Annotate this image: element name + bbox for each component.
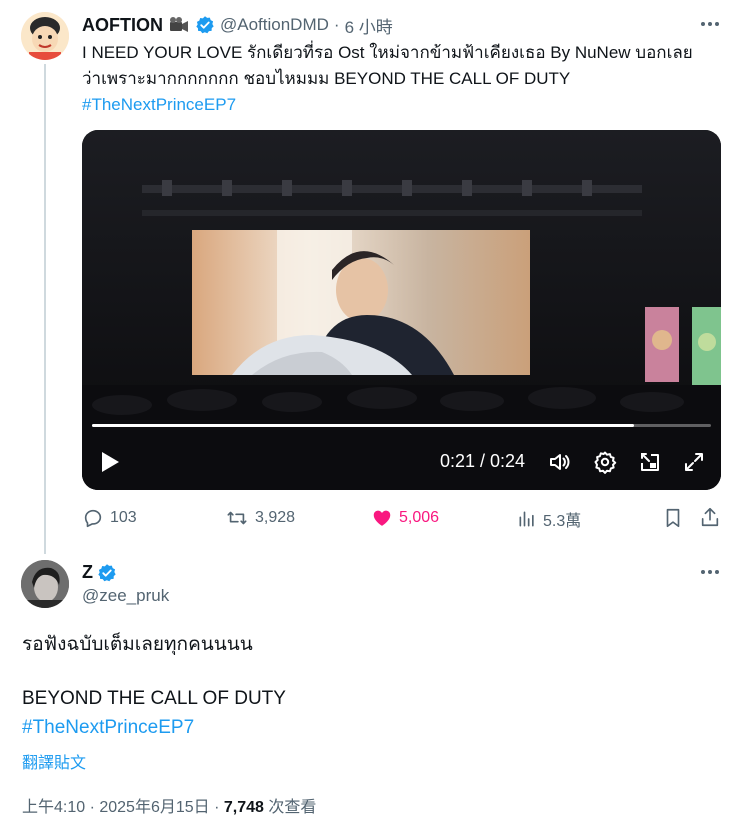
- reply-icon: [84, 509, 102, 528]
- tweet1-header: AOFTION @AoftionDMD · 6 小時: [82, 12, 393, 38]
- view-count-suffix: 次查看: [263, 799, 317, 816]
- retweet-count: 3,928: [255, 509, 296, 526]
- retweet-icon: [227, 511, 247, 525]
- views-icon: [519, 511, 534, 527]
- reply-button[interactable]: 103: [82, 507, 137, 529]
- video-frame: [82, 130, 721, 490]
- views-button[interactable]: 5.3萬: [517, 507, 581, 531]
- tweet2-text-line1: รอฟังฉบับเต็มเลยทุกคนนนน: [22, 634, 253, 655]
- more-icon[interactable]: [698, 560, 722, 589]
- tweet1-text: I NEED YOUR LOVE รักเดียวที่รอ Ost ใหม่จ…: [82, 40, 732, 118]
- avatar-image: [21, 560, 69, 608]
- like-count: 5,006: [399, 509, 440, 526]
- share-icon[interactable]: [699, 506, 721, 533]
- progress-track[interactable]: [92, 424, 711, 427]
- tweet1-text-line2: ว่าเพราะมากกกกกกก ชอบไหมมม BEYOND THE CA…: [82, 69, 571, 88]
- video-time: 0:21 / 0:24: [440, 451, 526, 471]
- tweet1-text-line1: I NEED YOUR LOVE รักเดียวที่รอ Ost ใหม่จ…: [82, 43, 693, 62]
- settings-icon[interactable]: [593, 450, 617, 474]
- thread-line: [44, 64, 46, 554]
- avatar-z[interactable]: [21, 560, 69, 608]
- more-icon[interactable]: [698, 12, 722, 41]
- video-player[interactable]: 0:21 / 0:24: [82, 130, 721, 490]
- verified-badge-icon: [195, 15, 215, 35]
- play-icon[interactable]: [98, 450, 122, 474]
- tweet2-header: Z: [82, 562, 117, 583]
- tweet2-text-line2: BEYOND THE CALL OF DUTY: [22, 688, 286, 709]
- handle[interactable]: @zee_pruk: [82, 586, 169, 606]
- tweet2-meta: 上午4:10 · 2025年6月15日 · 7,748 次查看: [22, 793, 316, 817]
- camera-emoji-icon: [168, 16, 190, 34]
- views-count: 5.3萬: [543, 513, 582, 530]
- hashtag-link[interactable]: #TheNextPrinceEP7: [82, 92, 732, 118]
- display-name[interactable]: Z: [82, 562, 93, 583]
- separator: ·: [333, 15, 340, 34]
- pip-icon[interactable]: [638, 450, 662, 474]
- verified-badge-icon: [97, 563, 117, 583]
- view-count: 7,748: [223, 799, 264, 816]
- volume-icon[interactable]: [548, 450, 572, 474]
- fullscreen-icon[interactable]: [682, 450, 706, 474]
- hashtag-link[interactable]: #TheNextPrinceEP7: [22, 717, 194, 739]
- bookmark-icon[interactable]: [662, 507, 684, 534]
- post-timestamp[interactable]: 上午4:10 · 2025年6月15日 ·: [22, 799, 224, 816]
- reply-count: 103: [110, 509, 137, 526]
- progress-fill: [92, 424, 634, 427]
- like-button[interactable]: 5,006: [371, 507, 439, 529]
- avatar-aoftion[interactable]: [21, 12, 69, 60]
- heart-icon: [373, 510, 391, 526]
- retweet-button[interactable]: 3,928: [225, 507, 295, 529]
- display-name[interactable]: AOFTION: [82, 15, 163, 36]
- avatar-image: [21, 12, 69, 60]
- handle[interactable]: @AoftionDMD: [220, 15, 329, 35]
- timestamp[interactable]: 6 小時: [345, 13, 393, 38]
- translate-link[interactable]: 翻譯貼文: [22, 749, 86, 773]
